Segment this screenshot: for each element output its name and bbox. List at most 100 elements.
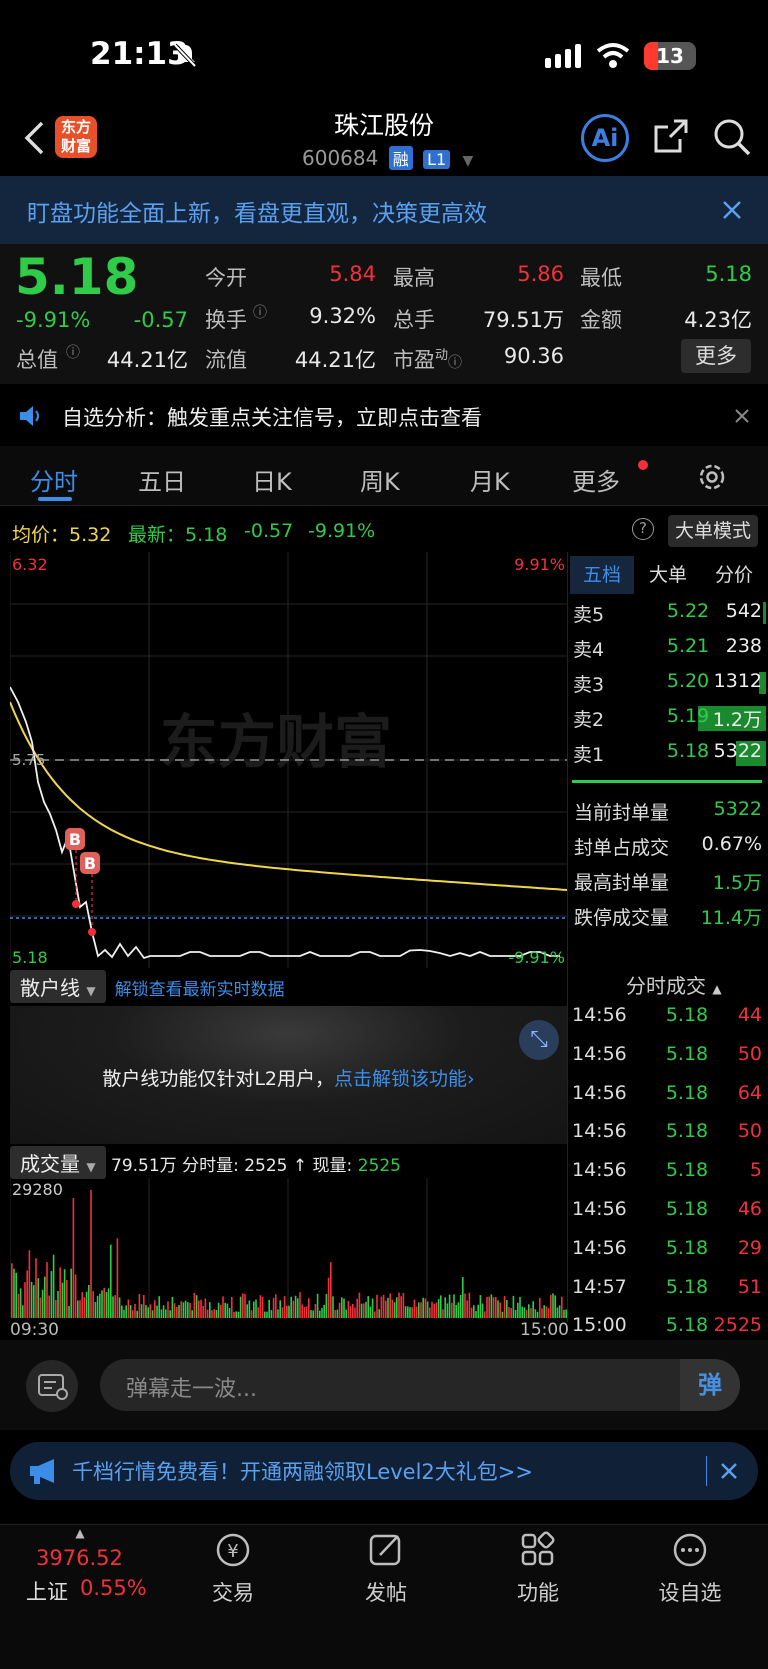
help-icon[interactable]: ? <box>632 518 654 540</box>
index-ticker[interactable]: ▲ 3976.52 上证 0.55% <box>10 1524 150 1624</box>
volume-bar-mark <box>332 1296 334 1318</box>
level2-promo-banner[interactable]: 千档行情免费看！开通两融领取Level2大礼包>> <box>10 1442 758 1500</box>
volume-bar-mark <box>235 1311 237 1318</box>
volume-bar-mark <box>46 1262 48 1318</box>
intraday-chart[interactable]: 东方财富 B B 6.32 9.91% 5.75 5.18 -9.91% <box>10 552 567 968</box>
unlock-feature-link[interactable]: 点击解锁该功能 <box>334 1068 467 1090</box>
ticks-title[interactable]: 分时成交 ▲ <box>626 970 722 999</box>
volume-bar-mark <box>363 1303 365 1318</box>
close-icon[interactable] <box>722 200 742 220</box>
nav-post[interactable]: 发帖 <box>326 1530 446 1607</box>
volume-bar-mark <box>160 1309 163 1318</box>
high-label: 最高 <box>393 266 435 290</box>
volume-bar-mark <box>79 1300 81 1318</box>
volume-bar-mark <box>105 1292 108 1318</box>
volume-bar-mark <box>187 1302 189 1318</box>
ai-button[interactable]: Ai <box>581 114 629 162</box>
analysis-alert[interactable]: 自选分析：触发重点关注信号，立即点击查看 <box>0 390 768 442</box>
volume-bar-mark <box>409 1307 411 1318</box>
volume-bar-mark <box>103 1287 105 1318</box>
volume-bar-mark <box>90 1190 92 1318</box>
expand-icon[interactable]: ⤡ <box>519 1020 559 1060</box>
volume-bar-mark <box>127 1299 130 1318</box>
open-value: 5.84 <box>329 262 376 286</box>
volume-bar-mark <box>437 1299 440 1318</box>
volume-bar-mark <box>239 1296 242 1318</box>
volume-bar-mark <box>165 1309 167 1318</box>
close-icon[interactable] <box>734 408 750 424</box>
volume-bar-mark <box>68 1305 70 1318</box>
volume-bar-mark <box>259 1295 262 1318</box>
feature-banner[interactable]: 盯盘功能全面上新，看盘更直观，决策更高效 <box>0 176 768 244</box>
volume-bar-mark <box>50 1271 53 1318</box>
info-icon[interactable]: ⓘ <box>66 342 80 362</box>
volume-bar-mark <box>319 1310 321 1318</box>
tab-price-dist[interactable]: 分价 <box>702 556 766 594</box>
close-icon[interactable] <box>720 1462 738 1480</box>
big-order-mode-button[interactable]: 大单模式 <box>668 515 758 547</box>
volume-bar-mark <box>147 1307 149 1318</box>
volume-bar-mark <box>387 1297 389 1318</box>
volume-bar-mark <box>286 1305 288 1318</box>
danmu-toggle[interactable] <box>26 1360 78 1412</box>
share-icon[interactable] <box>652 117 690 155</box>
info-icon[interactable]: ⓘ <box>253 302 267 322</box>
volume-bar-mark <box>499 1302 501 1318</box>
current-price: 5.18 <box>15 248 139 306</box>
tab-daily-k[interactable]: 日K <box>252 462 292 497</box>
volume-bar-mark <box>565 1309 567 1318</box>
volume-bar-mark <box>431 1301 433 1318</box>
tick-row: 14:57 5.18 51 <box>572 1275 762 1298</box>
volume-bar-mark <box>539 1297 541 1318</box>
search-icon[interactable] <box>712 117 752 157</box>
volume-bar-mark <box>88 1284 90 1318</box>
notification-dot <box>638 460 648 470</box>
trade-icon: ¥ <box>216 1533 250 1567</box>
volume-chart[interactable]: 29280 <box>10 1178 567 1318</box>
tab-5day[interactable]: 五日 <box>138 462 186 497</box>
danmu-send-button[interactable]: 弹 <box>680 1359 740 1411</box>
ask-row[interactable]: 卖2 5.19 1.2万 <box>570 705 768 740</box>
tab-indicator <box>38 497 72 501</box>
unlock-link[interactable]: 解锁查看最新实时数据 <box>115 980 285 1000</box>
ask-row[interactable]: 卖1 5.18 5322 <box>570 740 768 775</box>
axis-mid-price: 5.75 <box>12 751 45 769</box>
more-button[interactable]: 更多 <box>681 339 751 373</box>
volume-bar-mark <box>61 1282 64 1318</box>
svg-text:B: B <box>84 854 96 873</box>
nav-add-watchlist[interactable]: 设自选 <box>630 1530 750 1607</box>
volume-bar-mark <box>440 1295 442 1318</box>
ask-row[interactable]: 卖3 5.20 1312 <box>570 670 768 705</box>
seal-label: 当前封单量 <box>574 802 670 824</box>
volume-bar-mark <box>484 1311 486 1318</box>
volume-bar-mark <box>308 1298 310 1318</box>
volume-bar-mark <box>118 1297 121 1318</box>
volume-select[interactable]: 成交量 ▼ <box>10 1146 106 1179</box>
ask-row[interactable]: 卖5 5.22 542 <box>570 600 768 635</box>
ask-row[interactable]: 卖4 5.21 238 <box>570 635 768 670</box>
stock-code-row[interactable]: 600684 融 L1 ▼ <box>302 146 473 170</box>
tab-weekly-k[interactable]: 周K <box>360 462 400 497</box>
tab-intraday[interactable]: 分时 <box>30 462 78 497</box>
tab-more[interactable]: 更多 <box>572 462 620 497</box>
mktcap-value: 44.21亿 <box>106 348 188 372</box>
gear-icon[interactable] <box>696 461 728 493</box>
tab-monthly-k[interactable]: 月K <box>470 462 510 497</box>
latest-change: -0.57 <box>244 520 294 542</box>
volume-bar-mark <box>466 1300 468 1318</box>
volume-bar-mark <box>398 1292 400 1318</box>
nav-trade[interactable]: ¥ 交易 <box>173 1530 293 1607</box>
current-volume: 2525 <box>357 1156 401 1176</box>
danmu-input[interactable]: 弹幕走一波... <box>100 1359 740 1411</box>
volume-bar-mark <box>125 1305 127 1318</box>
volume-bar-mark <box>48 1295 50 1318</box>
tab-five-levels[interactable]: 五档 <box>570 556 634 594</box>
volume-bar-mark <box>220 1304 222 1318</box>
tab-big-orders[interactable]: 大单 <box>636 556 700 594</box>
volume-bar-mark <box>112 1296 114 1318</box>
volume-bar-mark <box>382 1294 385 1318</box>
volume-bar-mark <box>253 1301 255 1318</box>
retail-line-select[interactable]: 散户线 ▼ <box>10 970 106 1003</box>
nav-functions[interactable]: 功能 <box>478 1530 598 1607</box>
volume-bar-mark <box>534 1309 537 1318</box>
